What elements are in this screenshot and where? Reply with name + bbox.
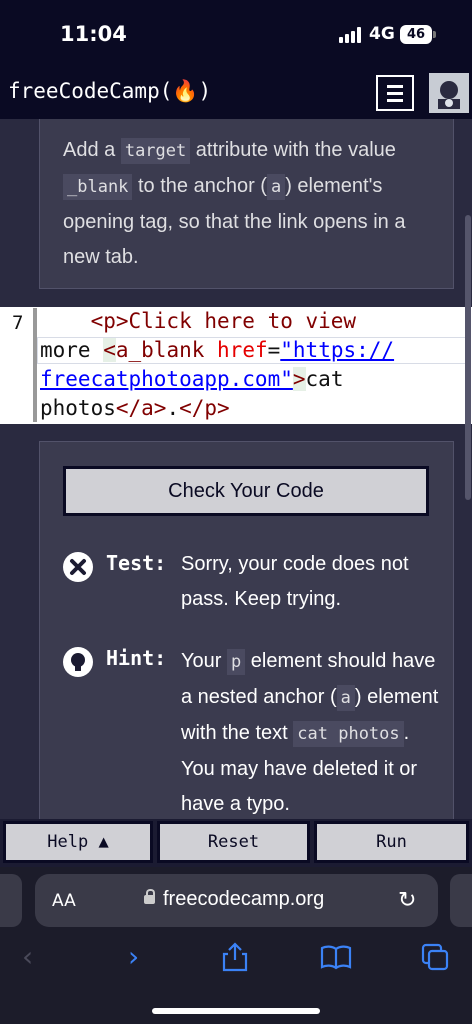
battery-icon: 46 <box>400 25 432 44</box>
share-icon[interactable] <box>222 942 248 979</box>
bookmarks-icon[interactable] <box>320 944 352 977</box>
error-icon <box>63 552 93 582</box>
lock-icon <box>144 889 155 904</box>
hint-label: Hint: <box>106 646 167 670</box>
run-button[interactable]: Run <box>314 821 469 863</box>
menu-button[interactable] <box>376 75 414 111</box>
instructions-text: Add a target attribute with the value _b… <box>63 138 406 268</box>
hint-message: Your p element should have a nested anch… <box>181 649 439 815</box>
avatar-icon <box>429 73 469 113</box>
home-indicator[interactable] <box>152 1008 320 1014</box>
scrollbar[interactable] <box>465 215 471 500</box>
test-label: Test: <box>106 551 167 575</box>
help-button[interactable]: Help ▲ <box>3 821 153 863</box>
reader-options-button[interactable]: AA <box>52 891 76 911</box>
reload-icon[interactable]: ↻ <box>398 888 416 913</box>
reset-button[interactable]: Reset <box>157 821 310 863</box>
previous-tab-preview[interactable] <box>0 874 22 927</box>
lightbulb-icon <box>63 647 93 677</box>
tabs-icon[interactable] <box>421 943 451 978</box>
line-number: 7 <box>12 312 24 334</box>
check-code-button[interactable]: Check Your Code <box>63 466 429 516</box>
test-message: Sorry, your code does not pass. Keep try… <box>181 553 409 610</box>
editor-gutter <box>33 308 37 422</box>
code-line[interactable]: <p>Click here to view <box>40 309 357 333</box>
battery-tip <box>433 31 436 38</box>
code-line[interactable]: freecatphotoapp.com">cat <box>40 367 343 391</box>
avatar[interactable] <box>429 73 469 113</box>
clock: 11:04 <box>60 22 127 46</box>
network-type: 4G <box>369 24 395 44</box>
status-bar: 11:04 4G 46 <box>0 0 472 66</box>
forward-icon[interactable]: › <box>128 940 139 973</box>
brand-logo[interactable]: freeCodeCamp(🔥) <box>8 79 211 104</box>
signal-icon <box>339 27 361 43</box>
code-line[interactable]: photos</a>.</p> <box>40 396 230 420</box>
back-icon[interactable]: ‹ <box>22 940 33 973</box>
next-tab-preview[interactable] <box>450 874 472 927</box>
url-text[interactable]: freecodecamp.org <box>163 888 324 911</box>
code-line[interactable]: more <a_blank href="https:// <box>40 338 394 362</box>
